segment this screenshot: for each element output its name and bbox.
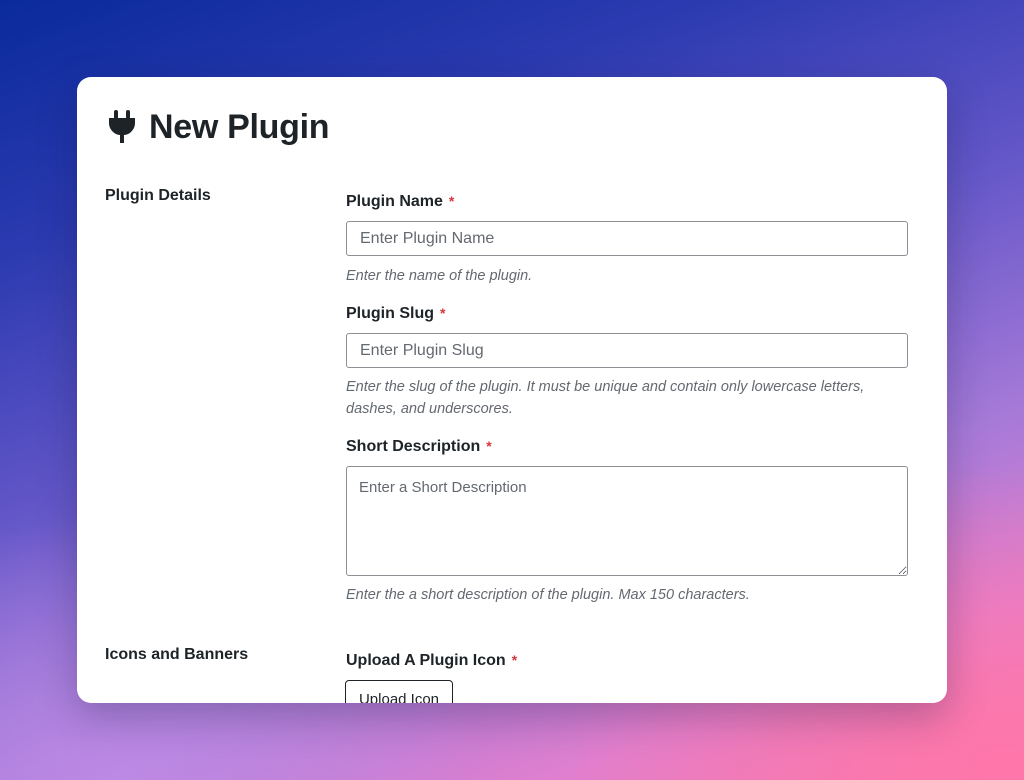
required-asterisk: * <box>486 438 492 454</box>
section-label-icons-banners: Icons and Banners <box>105 646 249 663</box>
plugin-name-help: Enter the name of the plugin. <box>346 268 533 284</box>
short-description-label: Short Description * <box>346 438 492 456</box>
plugin-name-label: Plugin Name * <box>346 193 454 211</box>
required-asterisk: * <box>448 193 455 209</box>
plugin-name-label-text: Plugin Name <box>346 193 443 210</box>
page-header: New Plugin <box>107 105 330 149</box>
plugin-slug-help: Enter the slug of the plugin. It must be… <box>346 379 865 417</box>
upload-icon-button[interactable]: Upload Icon <box>345 680 453 703</box>
plugin-slug-input[interactable] <box>346 333 908 368</box>
short-description-textarea[interactable] <box>346 466 908 576</box>
plugin-name-input[interactable] <box>346 221 908 256</box>
plug-icon <box>107 109 137 145</box>
plugin-slug-label: Plugin Slug * <box>346 305 445 323</box>
plugin-slug-label-text: Plugin Slug <box>346 305 434 322</box>
plugin-icon-label-text: Upload A Plugin Icon <box>346 652 506 669</box>
required-asterisk: * <box>511 652 518 668</box>
short-description-label-text: Short Description <box>346 438 481 455</box>
short-description-help: Enter the a short description of the plu… <box>346 587 750 603</box>
plugin-icon-label: Upload A Plugin Icon * <box>346 652 517 670</box>
page-title: New Plugin <box>149 107 330 146</box>
required-asterisk: * <box>440 305 446 321</box>
section-label-plugin-details: Plugin Details <box>105 187 211 204</box>
new-plugin-card: New Plugin Plugin Details Plugin Name * E… <box>77 77 947 703</box>
